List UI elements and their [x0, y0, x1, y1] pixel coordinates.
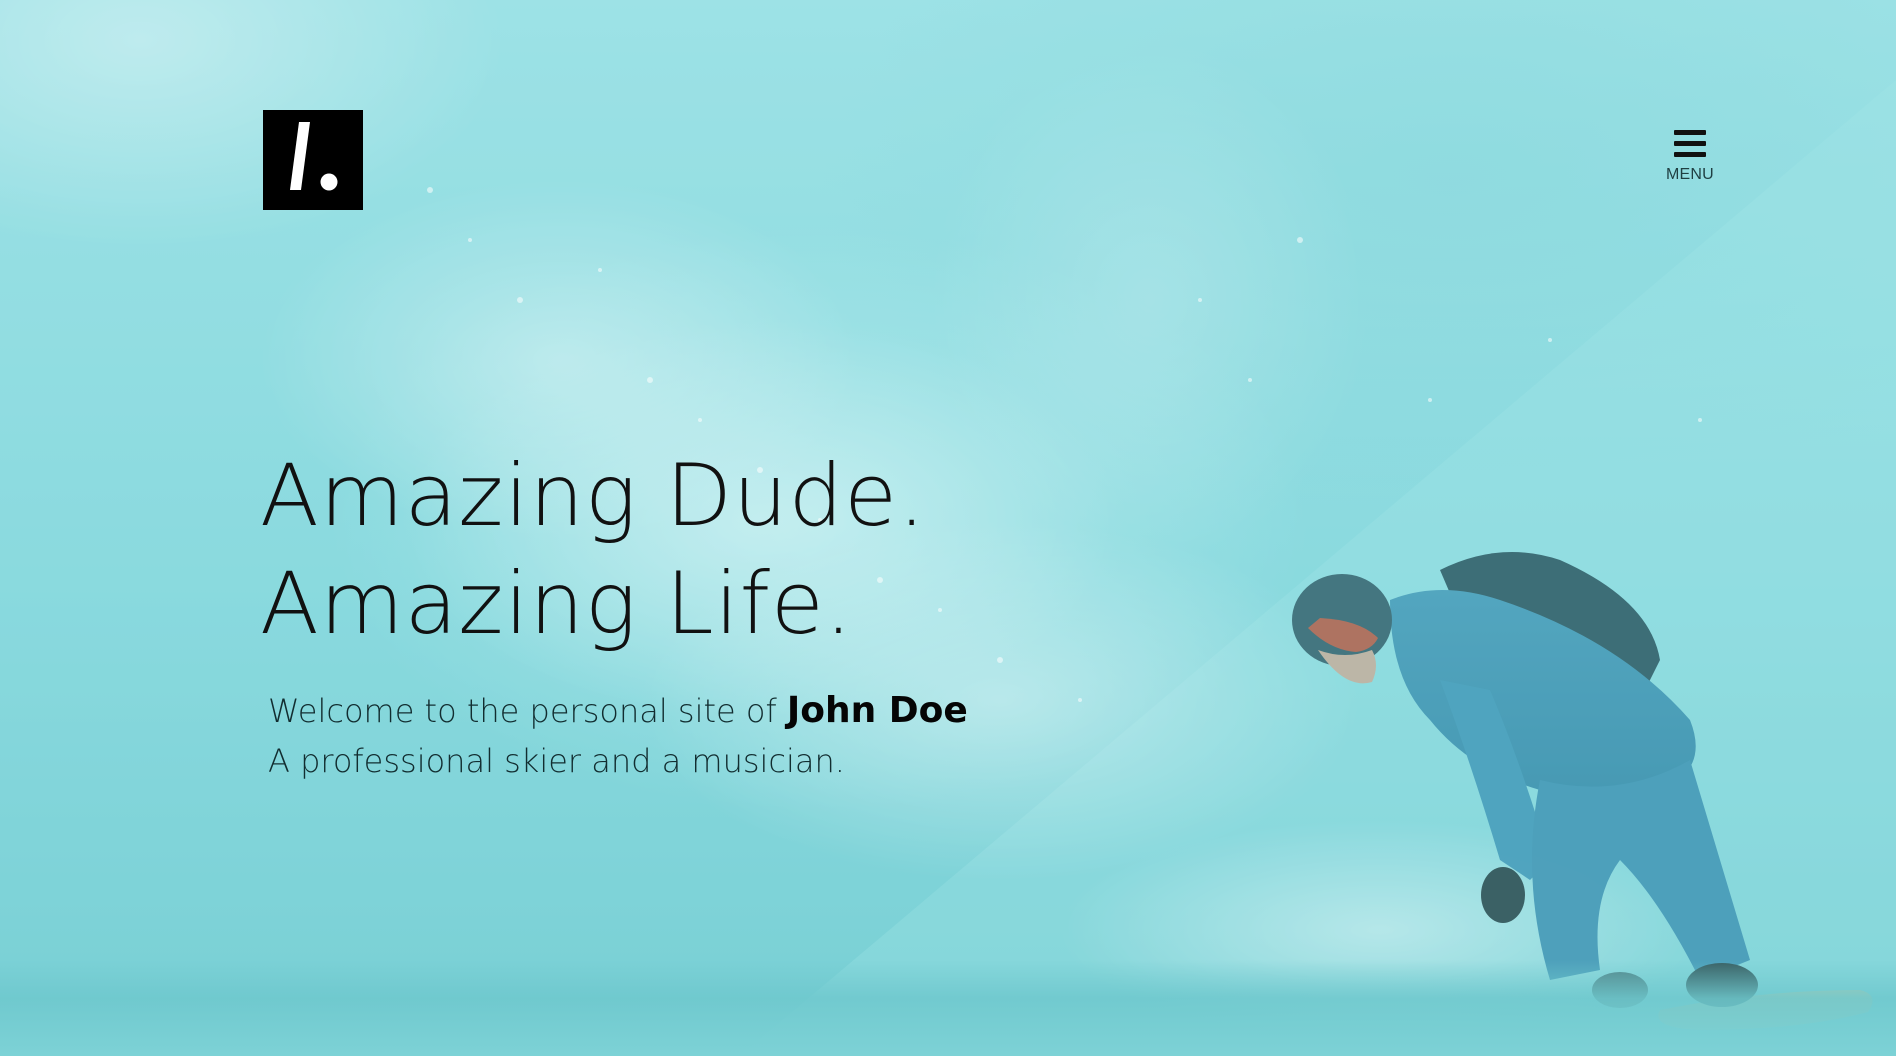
headline-line-2: Amazing Life. [260, 554, 854, 654]
hero-section: MENU Amazing Dude. Amazing Life. Welcome… [0, 0, 1896, 1056]
menu-button[interactable]: MENU [1660, 126, 1720, 192]
hero-intro: Welcome to the personal site of John Doe… [268, 686, 968, 786]
headline-line-1: Amazing Dude. [260, 446, 927, 546]
hamburger-icon [1674, 130, 1706, 158]
slash-dot-logo-icon [290, 122, 338, 191]
hero-headline: Amazing Dude. Amazing Life. [260, 442, 926, 658]
site-logo[interactable] [263, 110, 363, 210]
menu-label: MENU [1666, 166, 1714, 183]
owner-name: John Doe [786, 690, 968, 731]
welcome-line: Welcome to the personal site of John Doe [268, 686, 968, 736]
tagline: A professional skier and a musician. [268, 742, 845, 780]
snow-ground [0, 960, 1896, 1056]
welcome-text: Welcome to the personal site of [268, 692, 787, 730]
